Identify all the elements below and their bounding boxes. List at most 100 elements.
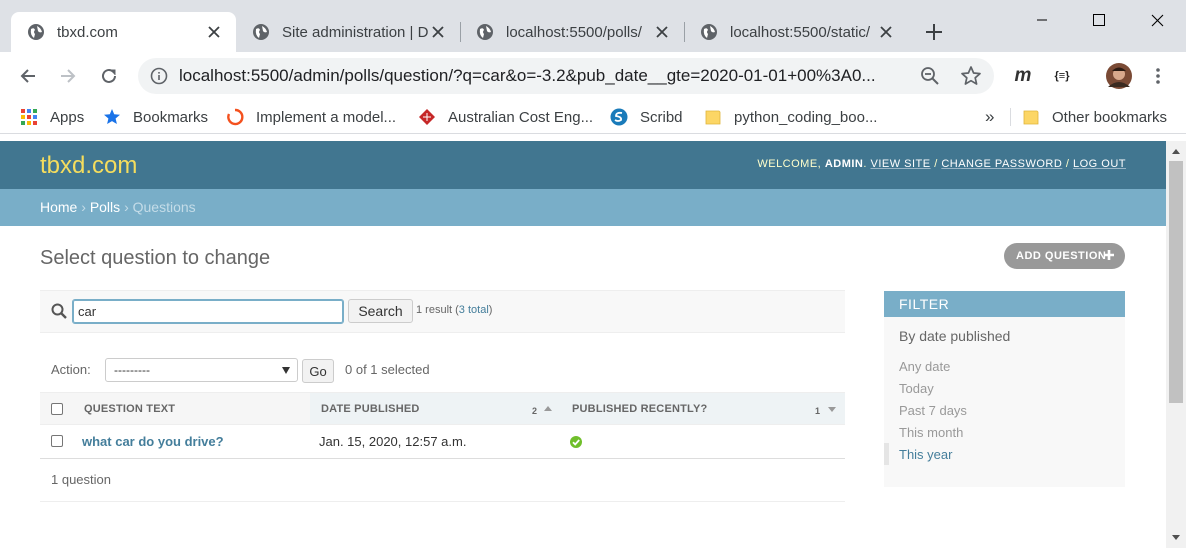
bookmark-divider	[1010, 108, 1011, 126]
bookmark-label: Implement a model...	[256, 108, 397, 126]
maximize-icon[interactable]	[1089, 10, 1109, 30]
sort-priority: 1	[815, 406, 821, 416]
filter-option-today[interactable]: Today	[899, 381, 934, 396]
avatar[interactable]	[1105, 63, 1133, 89]
scroll-down-arrow-icon[interactable]	[1172, 535, 1180, 540]
close-icon[interactable]	[428, 22, 448, 42]
bookmark-label: Australian Cost Eng...	[448, 108, 594, 126]
scrollbar-thumb[interactable]	[1169, 161, 1183, 403]
bookmarks-overflow-chevron[interactable]: »	[985, 106, 994, 128]
url-text[interactable]: localhost:5500/admin/polls/question/?q=c…	[179, 66, 907, 86]
filter-section-title: By date published	[899, 328, 1011, 344]
breadcrumb-separator: ›	[81, 199, 86, 215]
tab-title: localhost:5500/polls/	[506, 23, 642, 41]
breadcrumb-home[interactable]: Home	[40, 199, 77, 215]
bookmark-star-icon[interactable]	[960, 65, 982, 87]
close-icon[interactable]	[652, 22, 672, 42]
welcome-text: WELCOME,	[757, 158, 822, 170]
selection-counter: 0 of 1 selected	[345, 362, 430, 377]
forward-arrow-icon[interactable]	[56, 64, 80, 88]
bookmark-label: Bookmarks	[133, 108, 209, 126]
bookmark-label: Apps	[50, 108, 85, 126]
back-arrow-icon[interactable]	[16, 64, 40, 88]
tab-localhost-polls[interactable]: localhost:5500/polls/	[460, 12, 684, 52]
tab-localhost-static[interactable]: localhost:5500/static/	[684, 12, 908, 52]
column-question-text[interactable]: QUESTION TEXT	[72, 393, 310, 424]
breadcrumb-polls[interactable]: Polls	[90, 199, 120, 215]
column-label: DATE PUBLISHED	[321, 402, 420, 415]
change-password-link[interactable]: CHANGE PASSWORD	[941, 158, 1062, 170]
result-total: 1 question	[51, 472, 111, 487]
page-scrollbar[interactable]	[1166, 141, 1186, 548]
plus-icon	[1104, 250, 1114, 260]
result-count: 1 result (3 total)	[416, 304, 492, 316]
zoom-out-icon[interactable]	[920, 66, 940, 86]
row-checkbox[interactable]	[51, 435, 63, 447]
paginator: 1 question	[40, 459, 845, 502]
bookmark-other-bookmarks[interactable]: Other bookmarks	[1022, 106, 1167, 128]
log-out-link[interactable]: LOG OUT	[1073, 158, 1126, 170]
info-icon[interactable]	[150, 67, 168, 85]
window-close-icon[interactable]	[1147, 10, 1167, 30]
question-link[interactable]: what car do you drive?	[82, 434, 224, 449]
bookmark-bookmarks[interactable]: Bookmarks	[103, 106, 208, 128]
sort-priority: 2	[532, 406, 538, 416]
bookmark-label: Scribd	[640, 108, 683, 126]
add-question-button[interactable]: ADD QUESTION	[1004, 243, 1125, 269]
sort-ascending-icon[interactable]	[544, 406, 552, 411]
tab-title: Site administration | D	[282, 23, 428, 41]
user-tools: WELCOME, ADMIN. VIEW SITE / CHANGE PASSW…	[757, 158, 1126, 170]
close-icon[interactable]	[876, 22, 896, 42]
spinner-icon	[227, 108, 244, 126]
more-menu-icon[interactable]	[1148, 64, 1168, 88]
bookmark-apps[interactable]: Apps	[20, 106, 84, 128]
bookmarks-bar: Apps Bookmarks Implement a model... Aust…	[0, 100, 1186, 134]
bookmark-implement-a-model[interactable]: Implement a model...	[226, 106, 396, 128]
site-brand[interactable]: tbxd.com	[40, 152, 137, 180]
select-all-checkbox[interactable]	[51, 402, 63, 415]
add-question-label: ADD QUESTION	[1016, 250, 1107, 262]
tab-title: localhost:5500/static/	[730, 23, 871, 41]
date-published-value: Jan. 15, 2020, 12:57 a.m.	[319, 434, 467, 449]
tab-tbxd[interactable]: tbxd.com	[11, 12, 236, 52]
column-label: PUBLISHED RECENTLY?	[572, 402, 708, 415]
scroll-up-arrow-icon[interactable]	[1172, 149, 1180, 154]
bookmark-label: Other bookmarks	[1052, 108, 1168, 126]
m-extension-icon[interactable]: m	[1012, 64, 1034, 88]
go-button[interactable]: Go	[302, 359, 334, 383]
view-site-link[interactable]: VIEW SITE	[871, 158, 931, 170]
new-tab-icon[interactable]	[924, 22, 944, 42]
bookmark-australian-cost[interactable]: Australian Cost Eng...	[418, 106, 593, 128]
action-select[interactable]: ---------	[105, 358, 298, 382]
apps-grid-icon	[21, 109, 37, 125]
column-published-recently[interactable]: PUBLISHED RECENTLY? 1	[561, 393, 845, 424]
breadcrumb-current: Questions	[132, 199, 196, 215]
minimize-icon[interactable]	[1032, 10, 1052, 30]
close-icon[interactable]	[204, 22, 224, 42]
site-header: tbxd.com WELCOME, ADMIN. VIEW SITE / CHA…	[0, 141, 1166, 189]
globe-icon	[477, 24, 493, 40]
bookmark-scribd[interactable]: Scribd	[610, 106, 683, 128]
column-date-published[interactable]: DATE PUBLISHED 2	[310, 393, 561, 424]
search-input[interactable]	[72, 299, 344, 324]
breadcrumb: Home › Polls › Questions	[0, 189, 1166, 226]
dropdown-caret-icon	[282, 367, 290, 374]
filter-option-this-month[interactable]: This month	[899, 425, 963, 440]
bookmark-python-coding[interactable]: python_coding_boo...	[704, 106, 877, 128]
changelist-search: Search 1 result (3 total)	[40, 290, 845, 333]
filter-option-this-year[interactable]: This year	[899, 447, 952, 462]
filter-option-past-7-days[interactable]: Past 7 days	[899, 403, 967, 418]
show-all-link[interactable]: 3 total	[459, 304, 489, 316]
search-button[interactable]: Search	[348, 299, 413, 323]
check-circle-icon	[570, 436, 582, 448]
address-bar[interactable]: localhost:5500/admin/polls/question/?q=c…	[138, 58, 994, 94]
json-viewer-extension-icon[interactable]: {≡}	[1050, 64, 1074, 88]
sort-descending-icon[interactable]	[828, 407, 836, 412]
table-row: what car do you drive? Jan. 15, 2020, 12…	[40, 425, 845, 459]
tab-site-administration[interactable]: Site administration | D	[236, 12, 460, 52]
star-icon	[104, 109, 120, 124]
select-all-cell	[51, 393, 71, 424]
page-viewport: tbxd.com WELCOME, ADMIN. VIEW SITE / CHA…	[0, 141, 1166, 548]
filter-option-any-date[interactable]: Any date	[899, 359, 950, 374]
reload-icon[interactable]	[97, 64, 121, 88]
